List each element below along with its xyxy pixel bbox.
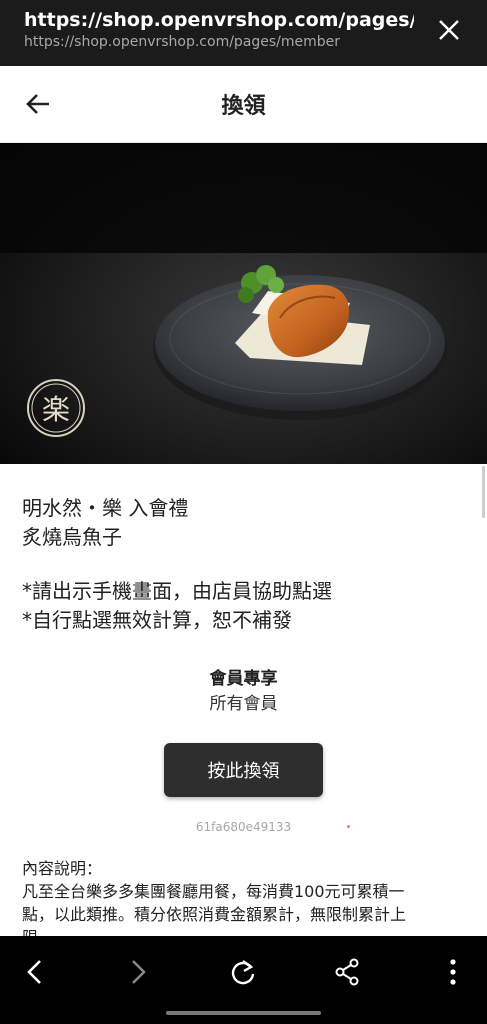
page-title: 換領 [221, 94, 266, 119]
reward-title-line2: 炙燒烏魚子 [22, 525, 122, 549]
browser-bottom-nav [0, 936, 487, 1024]
home-indicator[interactable] [166, 1011, 321, 1015]
close-icon [439, 20, 459, 40]
nav-forward-button[interactable] [116, 950, 160, 994]
member-tier-label: 會員專享 [209, 669, 278, 689]
notice-line2: *自行點選無效計算，恕不補發 [22, 608, 292, 632]
nav-back-button[interactable] [13, 950, 57, 994]
redemption-code: 61fa680e49133 [195, 820, 292, 834]
description-heading: 內容說明： [22, 859, 103, 878]
share-icon [335, 958, 359, 986]
status-dot [347, 825, 350, 828]
notice-line1: *請出示手機畫面，由店員協助點選 [22, 579, 332, 603]
description-line1: 凡至全台樂多多集團餐廳用餐，每消費100元可累積一 [22, 882, 405, 901]
app-header: 換領 [0, 66, 487, 143]
nav-refresh-button[interactable] [221, 950, 265, 994]
browser-url[interactable]: https://shop.openvrshop.com/pages/member [24, 34, 414, 50]
browser-toolbar: https://shop.openvrshop.com/pages/m... h… [0, 0, 487, 66]
reward-title: 明水然・樂 入會禮 炙燒烏魚子 [22, 494, 462, 552]
reward-title-line1: 明水然・樂 入會禮 [22, 496, 189, 520]
hero-image: 楽 [0, 143, 487, 464]
description-line2: 點，以此類推。積分依照消費金額累計，無限制累計上 [22, 905, 407, 924]
scrollbar[interactable] [482, 466, 485, 518]
description: 內容說明： 凡至全台樂多多集團餐廳用餐，每消費100元可累積一 點，以此類推。積… [22, 857, 467, 936]
member-tier-value: 所有會員 [209, 694, 278, 714]
back-icon [27, 960, 41, 984]
reward-notice: *請出示手機畫面，由店員協助點選 *自行點選無效計算，恕不補發 [22, 577, 472, 635]
logo-mark: 楽 [42, 393, 70, 426]
close-button[interactable] [432, 13, 466, 47]
redeem-button[interactable]: 按此換領 [164, 743, 323, 797]
reward-detail: 明水然・樂 入會禮 炙燒烏魚子 *請出示手機畫面，由店員協助點選 *自行點選無效… [0, 464, 487, 936]
browser-page-title: https://shop.openvrshop.com/pages/m... [24, 9, 414, 31]
refresh-icon [231, 960, 255, 985]
food-photo: 楽 [0, 143, 487, 464]
nav-share-button[interactable] [325, 950, 369, 994]
more-icon [450, 959, 456, 985]
nav-more-button[interactable] [431, 950, 475, 994]
description-line3: 限。 [22, 926, 467, 936]
forward-icon [132, 960, 146, 984]
